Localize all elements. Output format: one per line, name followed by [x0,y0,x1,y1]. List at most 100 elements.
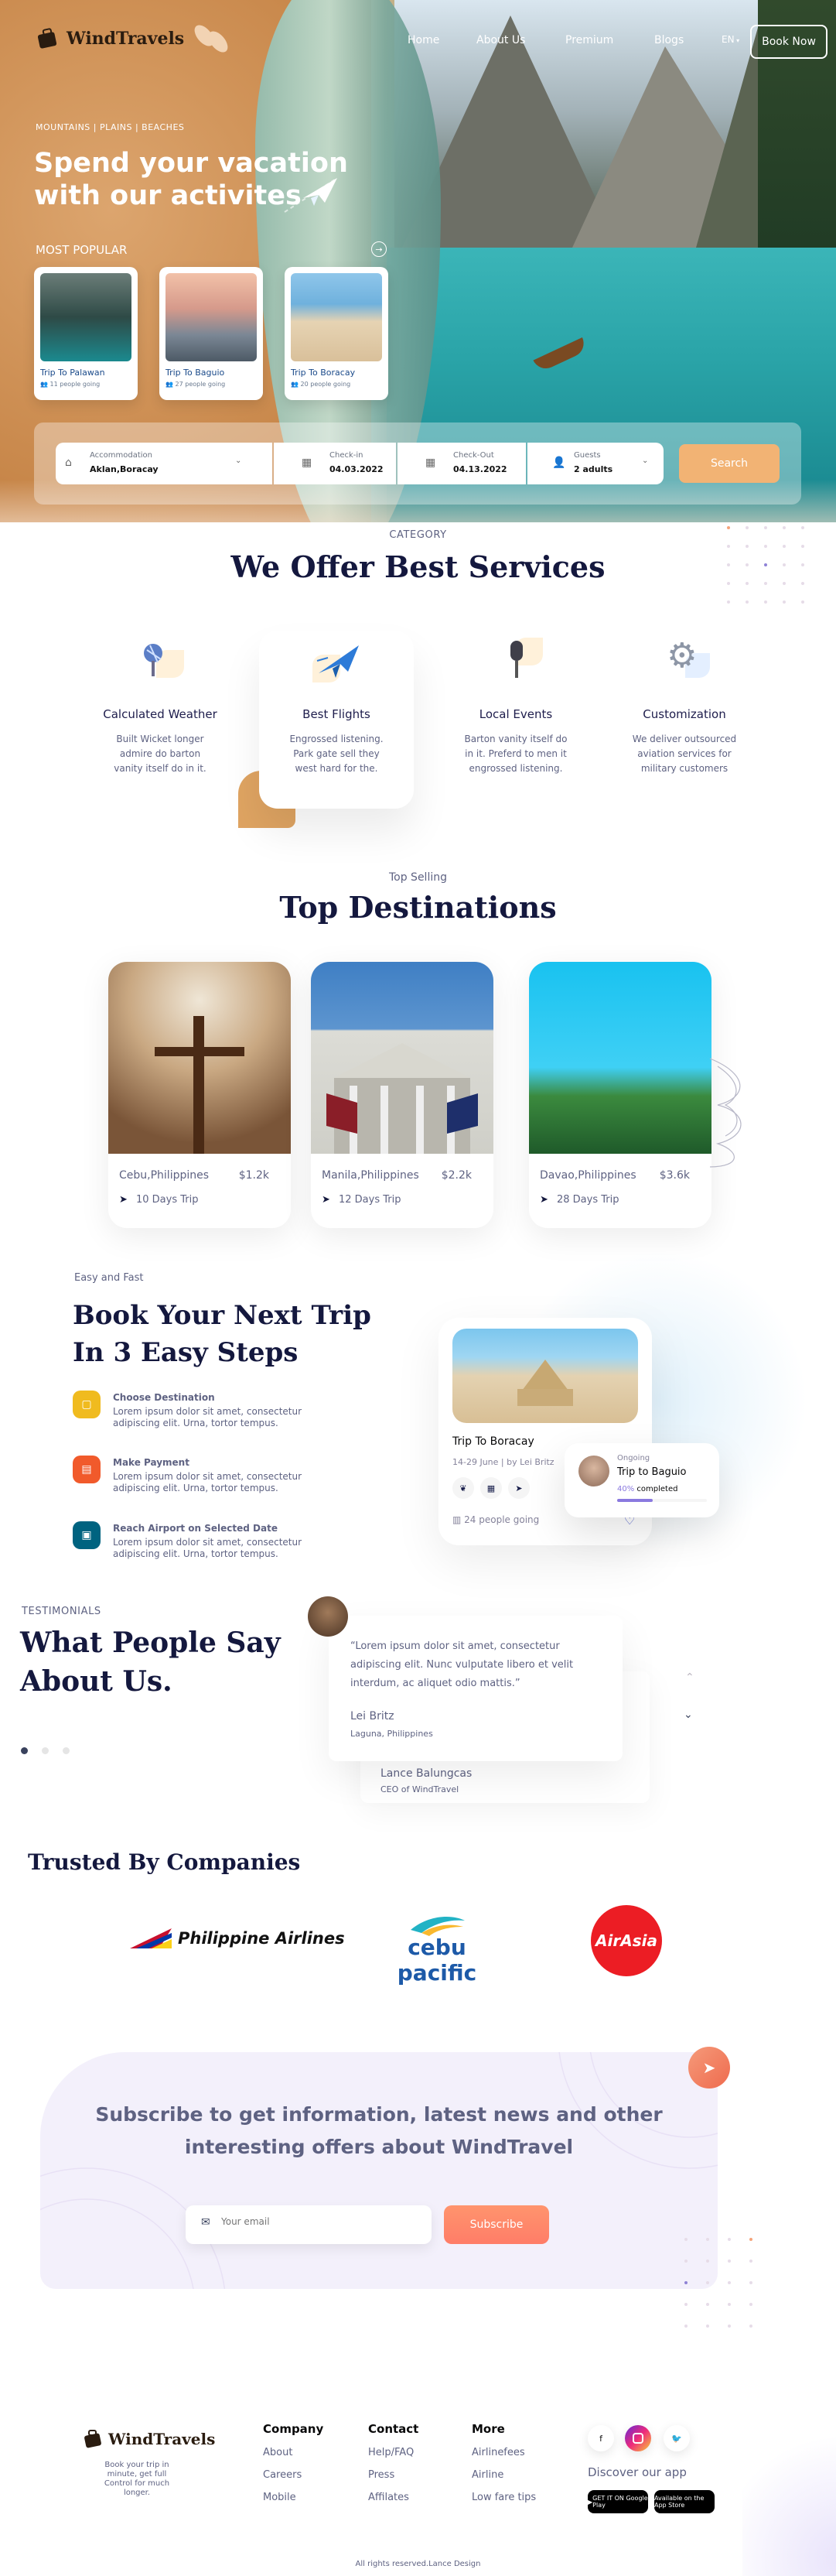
people-icon: 👥 [165,381,176,388]
footer-link[interactable]: Low fare tips [472,2492,536,2503]
destination-card[interactable]: Davao,Philippines $3.6k ➤ 28 Days Trip [529,962,711,1228]
nav-home[interactable]: Home [408,34,439,46]
send-icon[interactable]: ➤ [508,1477,530,1499]
footer-tagline: Book your trip in minute, get full Contr… [91,2461,183,2498]
service-title: Calculated Weather [103,707,217,721]
discover-app-label: Discover our app [588,2465,687,2479]
steps-eyebrow: Easy and Fast [74,1272,144,1284]
ongoing-trip-card[interactable]: Ongoing Trip to Baguio 40% completed [565,1443,719,1517]
testimonial-name: Lei Britz [350,1710,394,1722]
avatar [308,1596,348,1637]
service-desc: Built Wicket longer admire do barton vanit… [83,732,237,776]
destinations-title: Top Destinations [279,890,557,925]
step-desc-line: Lorem ipsum dolor sit amet, consectetur [113,1471,302,1482]
destination-price: $1.2k [238,1169,269,1182]
pagination-dot[interactable] [42,1747,49,1754]
field-value: 04.03.2022 [329,464,384,474]
subscribe-line: interesting offers about WindTravel [184,2136,574,2158]
service-title: Customization [643,707,726,721]
popular-trip-card[interactable]: Trip To Palawan 👥 11 people going [34,267,138,400]
service-events[interactable]: Local Events Barton vanity itself do in i… [438,635,593,776]
footer-link[interactable]: About [263,2447,323,2458]
checkin-field[interactable]: ▦ Check-in 04.03.2022 [274,443,396,484]
trip-title: Trip To Boracay [452,1435,534,1448]
pal-flag-icon [130,1928,172,1948]
nav-premium[interactable]: Premium [565,34,613,46]
subscribe-text: Subscribe to get information, latest new… [40,2099,718,2164]
service-customization[interactable]: ⚙ Customization We deliver outsourced avi… [607,635,762,776]
destination-image [311,962,493,1154]
hero-breadcrumbs: MOUNTAINS | PLAINS | BEACHES [36,122,185,132]
service-desc-line: Built Wicket longer [116,734,204,744]
trip-image [165,273,257,361]
google-play-button[interactable]: ▶ GET IT ON Google Play [588,2490,648,2513]
leaf-icon[interactable]: ❦ [452,1477,474,1499]
service-weather[interactable]: Calculated Weather Built Wicket longer ad… [83,635,237,776]
progress-fill [617,1499,653,1502]
arrow-right-icon[interactable]: → [371,241,387,257]
services-title: We Offer Best Services [230,549,606,584]
service-flights[interactable]: Best Flights Engrossed listening. Park ga… [259,635,414,776]
destination-city: Cebu,Philippines [119,1169,210,1182]
trip-image [452,1329,638,1423]
home-icon: ⌂ [65,457,72,469]
instagram-icon[interactable] [625,2425,651,2451]
footer-link[interactable]: Help/FAQ [368,2447,418,2458]
service-desc-line: Park gate sell they [293,748,380,759]
trip-dates: 14-29 June [452,1457,499,1467]
subscribe-button[interactable]: Subscribe [444,2205,549,2244]
footer-link[interactable]: Careers [263,2469,323,2481]
chevron-up-icon[interactable]: ⌃ [685,1671,694,1684]
email-input[interactable] [221,2216,415,2227]
brand-name: WindTravels [67,29,185,49]
twitter-icon[interactable]: 🐦 [664,2425,690,2451]
pagination-dot[interactable] [63,1747,70,1754]
trip-going-text: 20 people going [300,381,351,388]
map-icon[interactable]: ▦ [480,1477,502,1499]
suitcase-icon [84,2430,101,2448]
checkout-field[interactable]: ▦ Check-Out 04.13.2022 [398,443,526,484]
destination-price: $2.2k [441,1169,472,1182]
pagination-dot[interactable] [21,1747,28,1754]
app-store-button[interactable]: Available on the App Store [654,2490,715,2513]
step-title: Reach Airport on Selected Date [113,1523,278,1534]
language-selector[interactable]: EN ▾ [722,34,739,45]
trip-title: Trip To Palawan [40,368,105,378]
navigation-arrow-icon: ➤ [540,1194,548,1206]
search-button[interactable]: Search [679,444,780,483]
accommodation-field[interactable]: ⌂ Accommodation Aklan,Boracay ⌄ [56,443,272,484]
footer-link[interactable]: Press [368,2469,418,2481]
chevron-down-icon[interactable]: ⌄ [684,1709,693,1721]
popular-trip-card[interactable]: Trip To Boracay 👥 20 people going [285,267,388,400]
most-popular-label: MOST POPULAR [36,243,128,257]
step-title: Make Payment [113,1457,189,1468]
ongoing-progress-text: 40% completed [617,1485,677,1493]
nav-blogs[interactable]: Blogs [654,34,684,46]
footer-link[interactable]: Airlinefees [472,2447,536,2458]
nav-about[interactable]: About Us [476,34,525,46]
footer-link[interactable]: Airline [472,2469,536,2481]
store-label: Available on the App Store [654,2495,705,2509]
footer-link[interactable]: Affilates [368,2492,418,2503]
payment-icon: ▤ [73,1456,101,1483]
facebook-icon[interactable]: f [588,2425,614,2451]
quote-line: interdum, ac aliquet odio mattis.” [350,1678,520,1689]
testimonial-role: CEO of WindTravel [380,1784,459,1794]
email-field[interactable]: ✉ [186,2205,432,2244]
footer-logo[interactable]: WindTravels [82,2428,215,2450]
book-now-button[interactable]: Book Now [750,25,827,59]
philippine-airlines-logo: Philippine Airlines [128,1927,345,1950]
footer-link[interactable]: Mobile [263,2492,323,2503]
send-icon[interactable]: ➤ [688,2047,730,2089]
user-icon: 👤 [552,457,566,469]
trip-meta: 14-29 June | by Lei Britz [452,1457,554,1467]
guests-field[interactable]: 👤 Guests 2 adults ⌄ [527,443,664,484]
cebu-bird-icon [411,1917,465,1936]
popular-trip-card[interactable]: Trip To Baguio 👥 27 people going [159,267,263,400]
destination-card[interactable]: Manila,Philippines $2.2k ➤ 12 Days Trip [311,962,493,1228]
step-desc: Lorem ipsum dolor sit amet, consectetur a… [113,1537,329,1560]
footer-more: More Airlinefees Airline Low fare tips [472,2422,536,2503]
destination-card[interactable]: Cebu,Philippines $1.2k ➤ 10 Days Trip [108,962,291,1228]
brand-logo[interactable]: WindTravels [36,26,184,51]
destination-days: 28 Days Trip [557,1194,619,1206]
